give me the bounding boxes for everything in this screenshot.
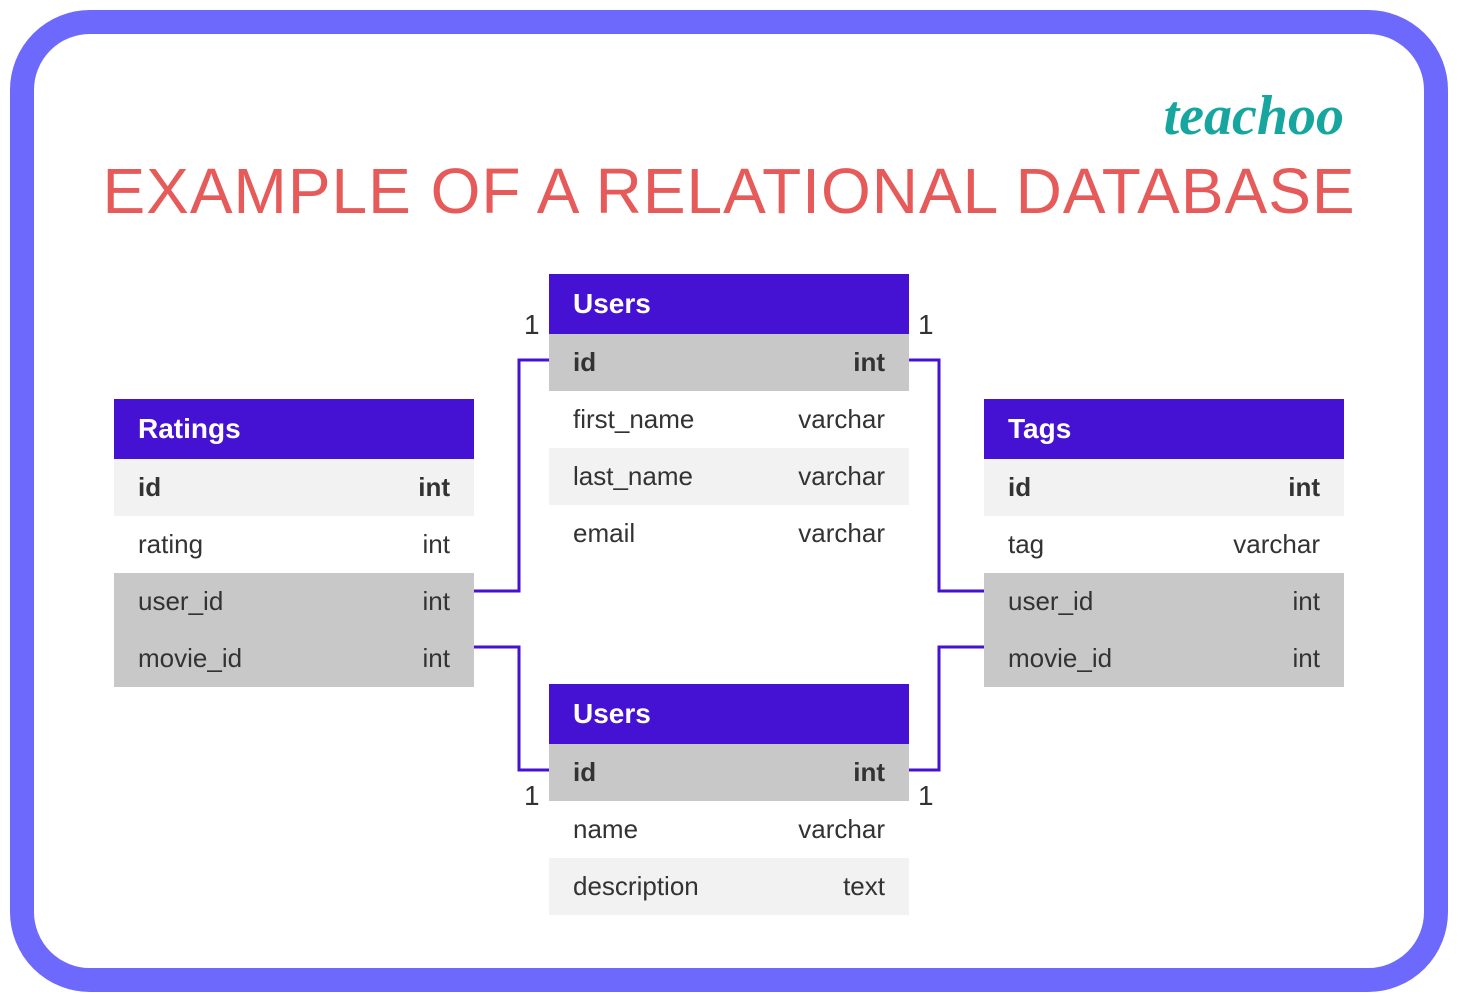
- column-type: int: [1293, 586, 1320, 617]
- column-type: int: [1288, 472, 1320, 503]
- table-header: Tags: [984, 399, 1344, 459]
- column-type: varchar: [798, 404, 885, 435]
- diagram-area: 1 1 1 1 Users idintfirst_namevarcharlast…: [34, 254, 1424, 994]
- table-header: Users: [549, 274, 909, 334]
- diagram-title: EXAMPLE OF A RELATIONAL DATABASE: [34, 154, 1424, 228]
- diagram-frame: teachoo EXAMPLE OF A RELATIONAL DATABASE…: [10, 10, 1448, 992]
- table-body: idinttagvarcharuser_idintmovie_idint: [984, 459, 1344, 687]
- table-row: id int: [549, 744, 909, 801]
- table-row: last_name varchar: [549, 448, 909, 505]
- table-row: id int: [984, 459, 1344, 516]
- table-row: email varchar: [549, 505, 909, 562]
- column-type: int: [423, 529, 450, 560]
- column-type: varchar: [798, 461, 885, 492]
- column-name: id: [1008, 472, 1031, 503]
- column-type: varchar: [798, 814, 885, 845]
- column-name: tag: [1008, 529, 1044, 560]
- cardinality-label: 1: [918, 309, 934, 341]
- table-users-top: Users idintfirst_namevarcharlast_namevar…: [549, 274, 909, 562]
- table-row: user_id int: [984, 573, 1344, 630]
- table-row: id int: [114, 459, 474, 516]
- table-body: idintratingintuser_idintmovie_idint: [114, 459, 474, 687]
- cardinality-label: 1: [524, 780, 540, 812]
- cardinality-label: 1: [918, 780, 934, 812]
- table-row: tag varchar: [984, 516, 1344, 573]
- brand-logo: teachoo: [1164, 84, 1344, 148]
- table-row: movie_id int: [984, 630, 1344, 687]
- table-row: name varchar: [549, 801, 909, 858]
- column-type: int: [423, 643, 450, 674]
- column-name: id: [573, 347, 596, 378]
- table-header: Ratings: [114, 399, 474, 459]
- column-name: user_id: [138, 586, 223, 617]
- column-name: movie_id: [1008, 643, 1112, 674]
- table-row: movie_id int: [114, 630, 474, 687]
- table-row: id int: [549, 334, 909, 391]
- table-body: idintfirst_namevarcharlast_namevarcharem…: [549, 334, 909, 562]
- table-header: Users: [549, 684, 909, 744]
- column-type: int: [853, 757, 885, 788]
- column-name: id: [138, 472, 161, 503]
- table-row: first_name varchar: [549, 391, 909, 448]
- table-body: id int name varchar description text: [549, 744, 909, 915]
- column-type: varchar: [1233, 529, 1320, 560]
- column-type: text: [843, 871, 885, 902]
- column-type: int: [418, 472, 450, 503]
- column-name: first_name: [573, 404, 694, 435]
- table-ratings: Ratings idintratingintuser_idintmovie_id…: [114, 399, 474, 687]
- table-users-bottom: Users id int name varchar description text: [549, 684, 909, 915]
- column-name: name: [573, 814, 638, 845]
- column-name: movie_id: [138, 643, 242, 674]
- column-type: int: [853, 347, 885, 378]
- column-type: int: [1293, 643, 1320, 674]
- column-name: user_id: [1008, 586, 1093, 617]
- column-type: int: [423, 586, 450, 617]
- column-name: rating: [138, 529, 203, 560]
- cardinality-label: 1: [524, 309, 540, 341]
- table-row: user_id int: [114, 573, 474, 630]
- column-name: description: [573, 871, 699, 902]
- column-name: last_name: [573, 461, 693, 492]
- table-tags: Tags idinttagvarcharuser_idintmovie_idin…: [984, 399, 1344, 687]
- column-type: varchar: [798, 518, 885, 549]
- table-row: description text: [549, 858, 909, 915]
- table-row: rating int: [114, 516, 474, 573]
- column-name: email: [573, 518, 635, 549]
- column-name: id: [573, 757, 596, 788]
